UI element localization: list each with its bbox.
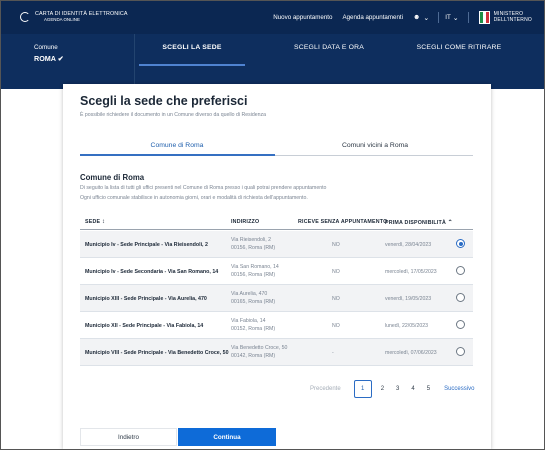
tab-comuni-vicini[interactable]: Comuni vicini a Roma [280, 142, 470, 149]
first-availability: venerdì, 28/04/2023 [385, 242, 432, 248]
active-tab-indicator [80, 154, 275, 156]
address-city: 00156, Roma (RM) [231, 271, 276, 278]
section-note: Ogni ufficio comunale stabilisce in auto… [80, 195, 308, 201]
chevron-down-icon[interactable]: ⌄ [453, 14, 459, 22]
divider [134, 34, 135, 89]
italian-flag-icon [478, 11, 490, 24]
column-header-no-appointment: RICEVE SENZA APPUNTAMENTO [298, 219, 388, 225]
office-address: Via Aurelia, 470 00165, Roma (RM) [231, 291, 275, 307]
language-selector[interactable]: IT [445, 14, 451, 21]
tab-comune-di-roma[interactable]: Comune di Roma [82, 142, 272, 149]
address-street: Via Rieisendoli, 2 [231, 237, 271, 243]
column-header-address: INDIRIZZO [231, 219, 260, 225]
divider [467, 12, 469, 23]
pagination-next[interactable]: Successivo [444, 386, 474, 392]
walk-in-value: NO [332, 323, 340, 329]
walk-in-value: NO [332, 242, 340, 248]
column-header-first-availability[interactable]: PRIMA DISPONIBILITÀ ⌃ [385, 219, 453, 226]
office-name: Municipio VIII - Sede Principale - Via B… [85, 350, 229, 356]
table-row[interactable]: Municipio Iv - Sede Secondaria - Via San… [80, 258, 473, 285]
selected-comune: Comune ROMA ✔ [34, 44, 64, 63]
office-selection-card: Scegli la sede che preferisci È possibil… [63, 84, 491, 450]
page-3[interactable]: 3 [396, 386, 399, 392]
page-1[interactable]: 1 [353, 380, 372, 398]
office-radio[interactable] [456, 347, 465, 356]
comune-name: ROMA [34, 54, 56, 63]
column-header-sede-label: SEDE [85, 219, 101, 225]
walk-in-value: NO [332, 269, 340, 275]
pagination-previous[interactable]: Precedente [310, 386, 341, 392]
continue-button[interactable]: Continua [178, 428, 276, 446]
chevron-up-icon[interactable]: ⌃ [448, 220, 453, 226]
address-city: 00142, Roma (RM) [231, 352, 276, 359]
office-address: Via Rieisendoli, 2 00156, Roma (RM) [231, 237, 275, 253]
office-name: Municipio Iv - Sede Secondaria - Via San… [85, 269, 219, 275]
sort-icon[interactable]: ↕ [102, 219, 105, 225]
walk-in-value: - [332, 350, 334, 356]
comune-value: ROMA ✔ [34, 54, 64, 63]
step-choose-pickup[interactable]: SCEGLI COME RITIRARE [399, 44, 519, 51]
first-availability: mercoledì, 07/06/2023 [385, 350, 437, 356]
column-header-first-availability-label: PRIMA DISPONIBILITÀ [385, 220, 446, 226]
address-city: 00156, Roma (RM) [231, 244, 276, 251]
cie-logo-icon [20, 12, 30, 23]
steps-bar: Comune ROMA ✔ SCEGLI LA SEDE SCEGLI DATA… [1, 34, 544, 89]
office-address: Via Fabiola, 14 00152, Roma (RM) [231, 318, 275, 334]
app-logo[interactable]: CARTA DI IDENTITÀ ELETTRONICA AGENDA ONL… [20, 12, 128, 23]
office-name: Municipio XIII - Sede Principale - Via A… [85, 296, 207, 302]
table-row[interactable]: Municipio XII - Sede Principale - Via Fa… [80, 312, 473, 339]
section-description: Di seguito la lista di tutti gli uffici … [80, 185, 327, 191]
first-availability: lunedì, 22/05/2023 [385, 323, 428, 329]
pagination: Precedente 1 2 3 4 5 Successivo [304, 380, 480, 398]
address-street: Via Aurelia, 470 [231, 291, 268, 297]
divider [438, 12, 440, 23]
header-nav: Nuovo appuntamento Agenda appuntamenti ☻… [273, 1, 544, 34]
office-radio[interactable] [456, 293, 465, 302]
office-address: Via Benedetto Croce, 50 00142, Roma (RM) [231, 345, 287, 361]
address-city: 00152, Roma (RM) [231, 325, 276, 332]
table-row[interactable]: Municipio XIII - Sede Principale - Via A… [80, 285, 473, 312]
check-icon: ✔ [57, 54, 64, 63]
tabs: Comune di Roma Comuni vicini a Roma [80, 139, 473, 156]
logo-subtitle: AGENDA ONLINE [44, 17, 80, 23]
chevron-down-icon[interactable]: ⌄ [423, 14, 429, 22]
office-address: Via San Romano, 14 00156, Roma (RM) [231, 264, 279, 280]
address-street: Via Benedetto Croce, 50 [231, 345, 288, 351]
page-subtitle: È possibile richiedere il documento in u… [80, 112, 266, 118]
nav-appointments-agenda[interactable]: Agenda appuntamenti [342, 14, 403, 21]
nav-new-appointment[interactable]: Nuovo appuntamento [273, 14, 332, 21]
office-name: Municipio XII - Sede Principale - Via Fa… [85, 323, 204, 329]
page-5[interactable]: 5 [427, 386, 430, 392]
active-step-indicator [139, 64, 245, 66]
first-availability: venerdì, 19/05/2023 [385, 296, 432, 302]
table-row[interactable]: Municipio VIII - Sede Principale - Via B… [80, 339, 473, 366]
ministry-label: MINISTERO DELL'INTERNO [493, 11, 532, 23]
back-button[interactable]: Indietro [80, 428, 177, 446]
page-4[interactable]: 4 [411, 386, 414, 392]
page-title: Scegli la sede che preferisci [80, 94, 248, 108]
page-2[interactable]: 2 [381, 386, 384, 392]
logo-text: CARTA DI IDENTITÀ ELETTRONICA AGENDA ONL… [35, 12, 128, 22]
address-street: Via Fabiola, 14 [231, 318, 266, 324]
address-street: Via San Romano, 14 [231, 264, 279, 270]
ministry-line2: DELL'INTERNO [493, 16, 532, 23]
address-city: 00165, Roma (RM) [231, 298, 276, 305]
section-title: Comune di Roma [80, 173, 145, 182]
first-availability: mercoledì, 17/05/2023 [385, 269, 437, 275]
office-radio[interactable] [456, 320, 465, 329]
office-radio[interactable] [456, 239, 465, 248]
step-choose-date[interactable]: SCEGLI DATA E ORA [269, 44, 389, 51]
column-header-sede[interactable]: SEDE ↕ [85, 219, 105, 225]
tab-divider [275, 155, 473, 156]
table-row[interactable]: Municipio Iv - Sede Principale - Via Rie… [80, 231, 473, 258]
comune-label: Comune [34, 44, 58, 51]
top-header: CARTA DI IDENTITÀ ELETTRONICA AGENDA ONL… [1, 1, 544, 34]
user-icon[interactable]: ☻ [413, 14, 420, 21]
step-choose-office[interactable]: SCEGLI LA SEDE [132, 44, 252, 51]
walk-in-value: NO [332, 296, 340, 302]
office-name: Municipio Iv - Sede Principale - Via Rie… [85, 242, 208, 248]
office-radio[interactable] [456, 266, 465, 275]
table-header: SEDE ↕ INDIRIZZO RICEVE SENZA APPUNTAMEN… [80, 215, 473, 230]
